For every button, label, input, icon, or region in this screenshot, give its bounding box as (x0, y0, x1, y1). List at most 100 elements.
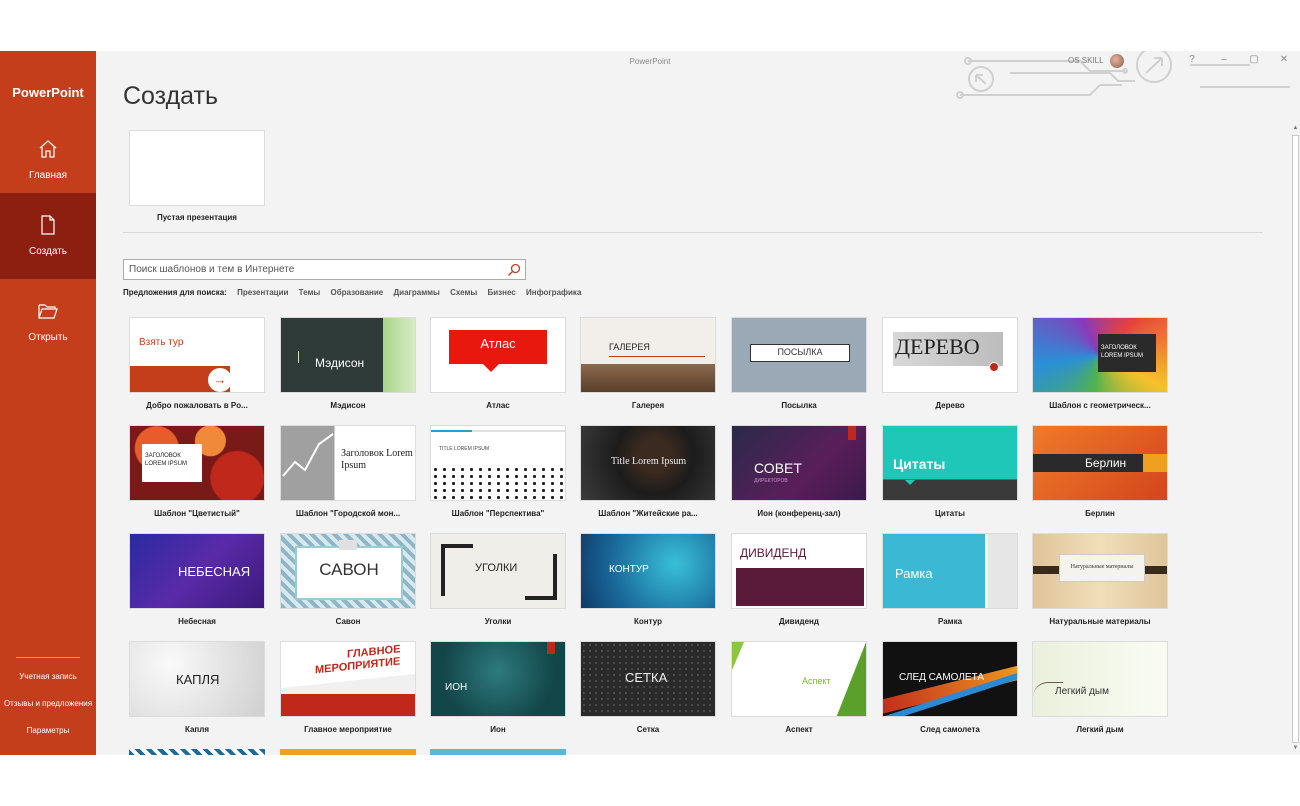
close-button[interactable]: ✕ (1274, 54, 1294, 65)
thumbnail-text: ИОН (445, 682, 468, 693)
template-name: Капля (184, 725, 209, 734)
template-thumbnail: САВОН (280, 533, 416, 609)
home-icon (39, 140, 57, 158)
thumbnail-text: Атлас (480, 336, 516, 351)
template-name: Дивиденд (779, 617, 819, 626)
template-thumbnail: КОНТУР (580, 533, 716, 609)
template-name: Аспект (785, 725, 813, 734)
help-button[interactable]: ? (1182, 54, 1202, 65)
blank-presentation-thumb[interactable] (129, 130, 265, 206)
template-name: Ион (конференц-зал) (757, 509, 841, 518)
thumbnail-text: Рамка (895, 566, 933, 581)
template-thumbnail: Аспект (731, 641, 867, 717)
arrow-right-icon: → (208, 368, 232, 392)
thumbnail-text: СЛЕД САМОЛЕТА (899, 672, 985, 683)
thumbnail-text: НЕБЕСНАЯ (178, 564, 251, 579)
suggestion-link[interactable]: Презентации (237, 288, 288, 297)
template-thumbnail: ПОСЫЛКА (731, 317, 867, 393)
template-name: Ион (490, 725, 506, 734)
template-name: Шаблон "Городской мон... (295, 509, 401, 518)
options-link[interactable]: Параметры (0, 726, 96, 735)
thumbnail-text: Title Lorem Ipsum (611, 456, 687, 467)
template-name: Сетка (636, 725, 660, 734)
minimize-button[interactable]: – (1214, 54, 1234, 65)
suggestion-link[interactable]: Бизнес (487, 288, 515, 297)
template-name: Шаблон с геометрическ... (1049, 401, 1151, 410)
template-thumbnail-partial[interactable] (430, 749, 566, 755)
template-name: Шаблон "Цветистый" (154, 509, 240, 518)
sidebar-item-home[interactable]: Главная (0, 117, 96, 203)
template-name: Шаблон "Перспектива" (451, 509, 545, 518)
template-thumbnail: Взять тур → (129, 317, 265, 393)
template-name: Шаблон "Житейские ра... (598, 509, 698, 518)
template-name: Савон (335, 617, 361, 626)
template-name: Добро пожаловать в Po... (146, 401, 248, 410)
thumbnail-text: TITLE LOREM IPSUM (439, 446, 490, 452)
suggestion-link[interactable]: Образование (331, 288, 384, 297)
thumbnail-text: ДИВИДЕНД (740, 546, 807, 560)
thumbnail-text: ЗАГОЛОВОК LOREM IPSUM (1101, 345, 1144, 359)
template-thumbnail-partial[interactable] (280, 749, 416, 755)
template-thumbnail: СЕТКА (580, 641, 716, 717)
template-thumbnail: Берлин (1032, 425, 1168, 501)
template-name: Рамка (937, 617, 963, 626)
thumbnail-text: ГАЛЕРЕЯ (609, 342, 650, 352)
suggestion-link[interactable]: Инфографика (526, 288, 581, 297)
sidebar-item-label: Открыть (28, 332, 68, 343)
template-name: Уголки (484, 617, 512, 626)
template-name: Берлин (1085, 509, 1115, 518)
template-thumbnail: ДИВИДЕНД (731, 533, 867, 609)
user-name[interactable]: OS SKILL (1068, 56, 1104, 65)
template-thumbnail: Атлас (430, 317, 566, 393)
sidebar-item-new[interactable]: Создать (0, 193, 96, 279)
template-thumbnail: ГАЛЕРЕЯ (580, 317, 716, 393)
template-thumbnail-partial[interactable] (129, 749, 265, 755)
suggestion-link[interactable]: Схемы (450, 288, 477, 297)
suggestion-link[interactable]: Темы (299, 288, 321, 297)
search-icon[interactable] (507, 263, 521, 277)
template-thumbnail: СЛЕД САМОЛЕТА (882, 641, 1018, 717)
thumbnail-text: СОВЕТ (754, 460, 802, 476)
thumbnail-text: Аспект (802, 676, 831, 686)
template-name: Натуральные материалы (1049, 617, 1151, 626)
sidebar-item-label: Создать (28, 246, 67, 257)
thumbnail-text: УГОЛКИ (475, 562, 518, 574)
graph-line-icon (282, 433, 334, 477)
folder-open-icon (38, 304, 58, 319)
template-thumbnail: ДЕРЕВО (882, 317, 1018, 393)
thumbnail-text: Мэдисон (315, 356, 365, 370)
thumbnail-text: САВОН (319, 560, 379, 579)
user-avatar[interactable] (1110, 54, 1124, 68)
feedback-link[interactable]: Отзывы и предложения (0, 699, 96, 708)
template-name: Легкий дым (1076, 725, 1124, 734)
account-link[interactable]: Учетная запись (0, 672, 96, 681)
template-thumbnail: КАПЛЯ (129, 641, 265, 717)
maximize-button[interactable]: ▢ (1244, 54, 1264, 65)
scroll-down-icon[interactable]: ▼ (1291, 744, 1300, 753)
template-thumbnail: ЗАГОЛОВОК LOREM IPSUM (1032, 317, 1168, 393)
scrollbar-thumb[interactable] (1292, 135, 1299, 743)
template-thumbnail: Заголовок Lorem Ipsum (280, 425, 416, 501)
template-thumbnail: СОВЕТ ДИРЕКТОРОВ (731, 425, 867, 501)
template-name: Цитаты (935, 509, 965, 518)
sidebar-item-open[interactable]: Открыть (0, 279, 96, 365)
suggestions-label: Предложения для поиска: (123, 288, 227, 297)
template-thumbnail: Легкий дым (1032, 641, 1168, 717)
thumbnail-text: Легкий дым (1055, 686, 1109, 697)
template-search-input[interactable] (124, 260, 504, 279)
window-title: PowerPoint (629, 57, 671, 66)
template-thumbnail: Натуральные материалы (1032, 533, 1168, 609)
template-name: Контур (634, 617, 662, 626)
thumbnail-text: КОНТУР (609, 564, 649, 575)
template-thumbnail: Цитаты (882, 425, 1018, 501)
scroll-up-icon[interactable]: ▲ (1291, 124, 1300, 133)
suggestion-link[interactable]: Диаграммы (393, 288, 439, 297)
app-name: PowerPoint (12, 85, 84, 100)
template-name: Дерево (935, 401, 965, 410)
sidebar-divider (16, 657, 80, 658)
page-title: Создать (123, 82, 219, 110)
thumbnail-subtext: ДИРЕКТОРОВ (754, 478, 788, 484)
template-thumbnail: TITLE LOREM IPSUM (430, 425, 566, 501)
blank-presentation-label: Пустая презентация (157, 213, 237, 222)
template-thumbnail: УГОЛКИ (430, 533, 566, 609)
